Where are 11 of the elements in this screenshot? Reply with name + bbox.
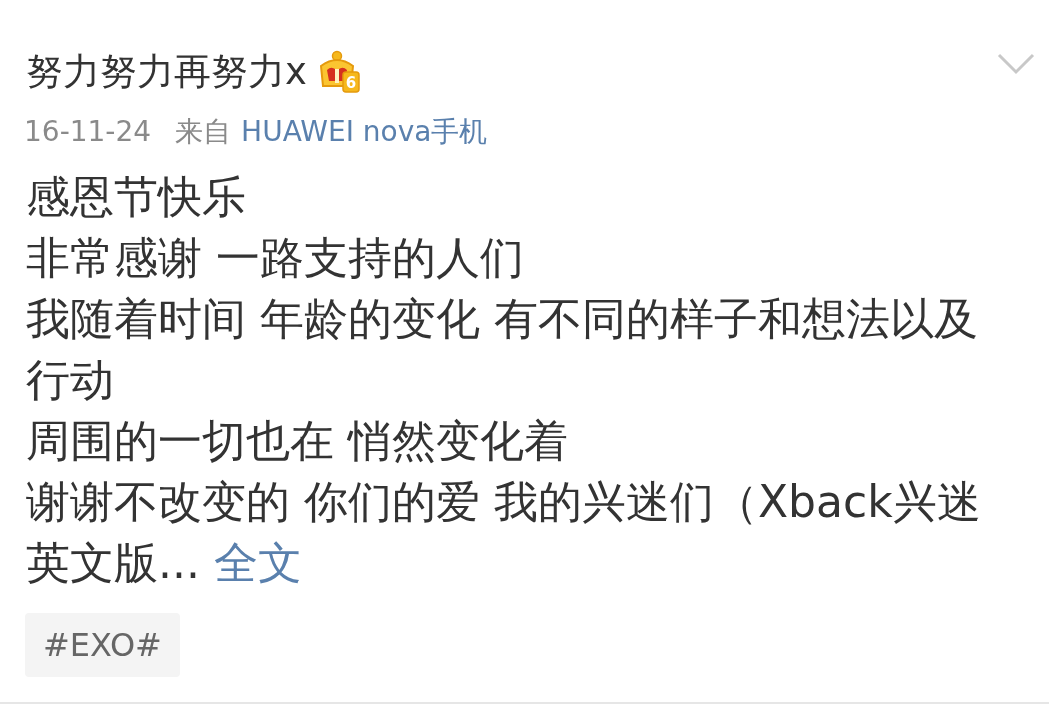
full-text-link[interactable]: 全文 (213, 537, 302, 588)
post-text: 我随着时间 年龄的变化 有不同的样子和想法以及行动 (26, 292, 979, 407)
source-link[interactable]: HUAWEI nova手机 (241, 110, 488, 154)
post-text: 感恩节快乐 (26, 170, 247, 224)
post-text: 非常感谢 一路支持的人们 (26, 231, 525, 285)
user-name[interactable]: 努力努力再努力x (26, 44, 307, 100)
topic-tag[interactable]: #EXO# (25, 613, 180, 677)
post-text: 谢谢不改变的 你们的爱 我的兴迷们（Xback兴迷英文版... 全文 (26, 475, 982, 590)
post-text: 周围的一切也在 悄然变化着 (26, 414, 569, 468)
source-label: 来自 (175, 114, 232, 150)
post-date: 16-11-24 (24, 114, 152, 150)
